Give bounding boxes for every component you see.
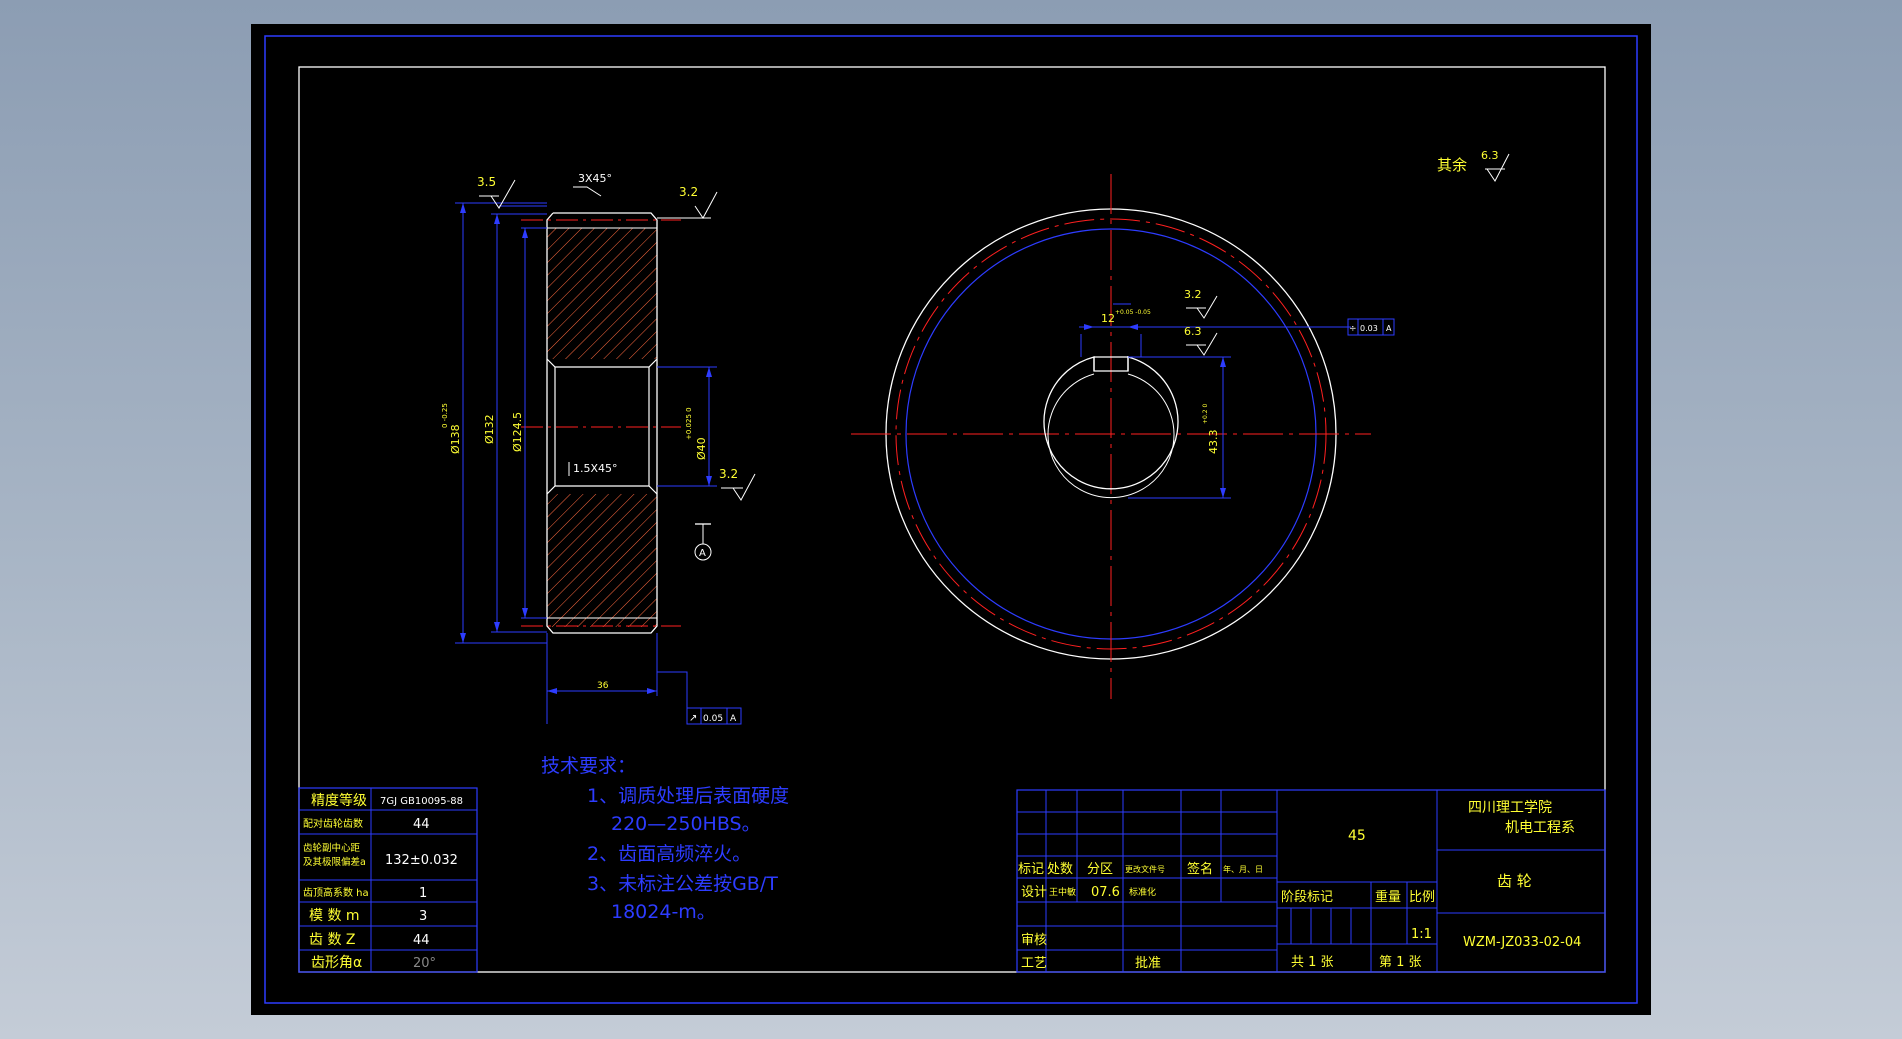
roughness-right-top-icon	[694, 191, 718, 219]
runout-symbol-icon: ↗	[689, 713, 697, 724]
tb-header-zone: 分区	[1087, 862, 1113, 877]
tb-design: 设计	[1021, 885, 1047, 900]
dim-bore-tol: +0.025 0	[685, 407, 693, 440]
tb-header-mark: 标记	[1018, 862, 1044, 877]
tb-header-date: 年、月、日	[1223, 864, 1263, 874]
param-label-4: 模 数 m	[309, 908, 360, 924]
symmetry-value: 0.03	[1360, 324, 1378, 333]
param-value-1: 44	[413, 817, 430, 832]
tb-school: 四川理工学院	[1468, 800, 1552, 816]
keyway-width: 12	[1101, 312, 1115, 325]
tech-req-line-2: 220—250HBS。	[611, 813, 761, 835]
gear-section-view	[521, 212, 681, 634]
dim-bore: Ø40	[695, 437, 708, 460]
param-label-6: 齿形角α	[311, 955, 362, 971]
param-value-3: 1	[419, 886, 427, 901]
end-view-dimensions	[1079, 303, 1351, 499]
chamfer-bore-label: 1.5X45°	[573, 462, 618, 475]
drawing-sheet: 其余 6.3 3X45° 3.5 3.2 3.2 Ø138 0 -0.25 Ø1…	[251, 24, 1651, 1015]
roughness-key2: 6.3	[1184, 325, 1202, 338]
hatch-upper	[547, 228, 657, 359]
bore-outline-lower	[546, 485, 658, 495]
symmetry-datum: A	[1386, 324, 1392, 333]
keyway-depth-tol: +0.2 0	[1202, 404, 1209, 424]
tb-stage: 阶段标记	[1281, 890, 1333, 905]
dim-root-text: Ø124.5	[511, 412, 524, 452]
tech-req-line-5: 18024-m。	[611, 901, 716, 923]
roughness-left-top: 3.5	[477, 175, 496, 189]
hatch-lower	[547, 494, 657, 627]
tb-scale: 1:1	[1411, 927, 1432, 942]
tb-date: 07.6	[1091, 885, 1120, 900]
dim-outer-text: Ø138	[449, 424, 462, 454]
tb-header-docno: 更改文件号	[1125, 864, 1165, 874]
dim-pitch: Ø132	[483, 414, 496, 444]
dim-outer-tol-g: 0 -0.25	[441, 403, 449, 428]
tb-std: 标准化	[1129, 886, 1156, 898]
tech-req-line-4: 3、未标注公差按GB/T	[587, 873, 778, 895]
keyway-tol: +0.05 -0.05	[1115, 309, 1151, 316]
param-label-3: 齿顶高系数 ha	[303, 886, 369, 899]
other-roughness-label: 其余	[1437, 156, 1467, 174]
gear-end-view	[851, 174, 1371, 699]
param-value-2: 132±0.032	[385, 853, 458, 868]
dim-outer-tol: 0 -0.25	[441, 403, 449, 428]
roughness-key1: 3.2	[1184, 288, 1202, 301]
dim-root: Ø124.5	[511, 412, 524, 452]
tb-header-count: 处数	[1047, 862, 1073, 877]
dim-bore-tol-g: +0.025 0	[685, 407, 693, 440]
param-value-6: 20°	[413, 956, 436, 971]
tech-req-line-1: 1、调质处理后表面硬度	[587, 785, 789, 807]
param-label-1: 配对齿轮齿数	[303, 817, 363, 830]
tech-req-title: 技术要求：	[541, 755, 636, 777]
tb-process: 工艺	[1021, 956, 1047, 971]
tech-requirements: 技术要求： 1、调质处理后表面硬度 220—250HBS。 2、齿面高频淬火。 …	[541, 755, 789, 923]
chamfer-top-label: 3X45°	[578, 172, 612, 185]
dim-bore-text: Ø40	[695, 437, 708, 460]
dim-pitch-text: Ø132	[483, 414, 496, 444]
tb-header-sign: 签名	[1187, 861, 1213, 877]
outer-frame	[264, 35, 1638, 1004]
param-label-2: 齿轮副中心距	[303, 842, 361, 854]
dim-width-text: 36	[597, 681, 609, 691]
tb-material: 45	[1348, 828, 1366, 844]
tb-review: 审核	[1021, 933, 1047, 948]
tech-req-line-3: 2、齿面高频淬火。	[587, 843, 751, 865]
dim-outer: Ø138	[449, 424, 462, 454]
keyway-depth: 43.3	[1207, 430, 1220, 455]
param-label-2b: 及其极限偏差a	[303, 856, 366, 868]
tb-dept: 机电工程系	[1505, 820, 1575, 836]
param-label-0: 精度等级	[311, 792, 367, 809]
other-roughness-value: 6.3	[1481, 149, 1499, 162]
roughness-right-top: 3.2	[679, 185, 698, 199]
bore-outline	[546, 358, 658, 368]
param-value-5: 44	[413, 933, 430, 948]
cad-drawing: 其余 6.3 3X45° 3.5 3.2 3.2 Ø138 0 -0.25 Ø1…	[264, 35, 1638, 1004]
roughness-bore: 3.2	[719, 467, 738, 481]
tb-sheet-no: 第 1 张	[1379, 955, 1422, 970]
tb-sheets-total: 共 1 张	[1291, 955, 1334, 970]
runout-value: 0.05	[703, 714, 723, 724]
tb-designer: 王中敏	[1049, 886, 1076, 898]
keyway-depth-tol-g: +0.2 0	[1202, 404, 1209, 424]
param-value-0: 7GJ GB10095-88	[380, 796, 463, 807]
param-value-4: 3	[419, 909, 427, 924]
symmetry-symbol-icon: ÷	[1349, 324, 1357, 334]
tb-drawing-no: WZM-JZ033-02-04	[1463, 935, 1581, 950]
tb-part-name: 齿 轮	[1497, 872, 1532, 890]
tb-weight: 重量	[1375, 889, 1401, 905]
tb-approve: 批准	[1135, 956, 1161, 971]
datum-label: A	[699, 548, 706, 559]
chamfer-leader	[573, 186, 602, 197]
runout-datum: A	[730, 714, 737, 724]
keyway-depth-g: 43.3	[1207, 430, 1220, 455]
tb-ratio: 比例	[1409, 890, 1435, 905]
param-table: 精度等级 7GJ GB10095-88 配对齿轮齿数 44 齿轮副中心距 及其极…	[298, 787, 478, 973]
param-label-5: 齿 数 Z	[309, 932, 356, 948]
